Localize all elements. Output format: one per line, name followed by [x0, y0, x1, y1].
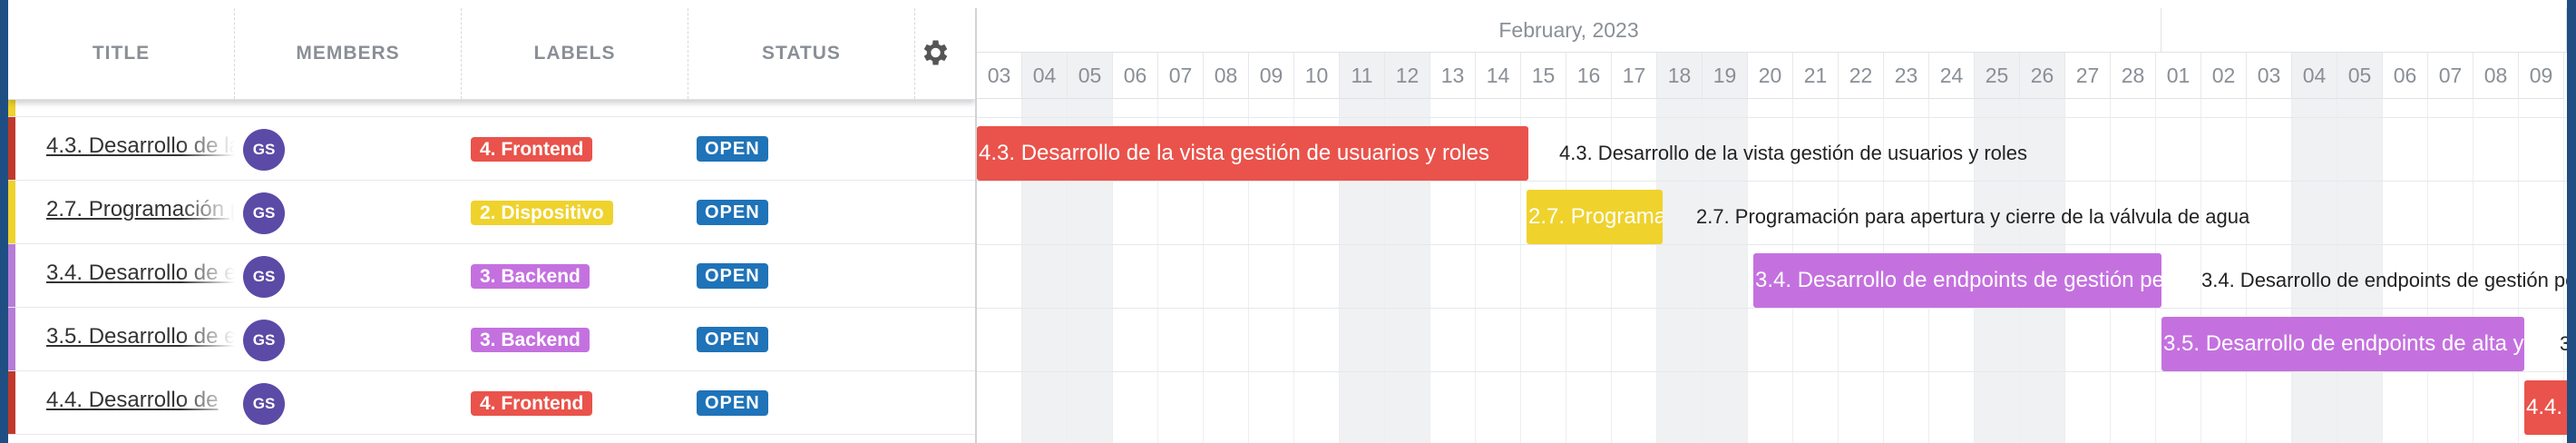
day-header-cell: 03 — [977, 53, 1022, 99]
day-header-cell: 16 — [1566, 53, 1612, 99]
status-badge: OPEN — [697, 200, 768, 225]
task-bar-label: 3 — [2560, 332, 2567, 355]
status-badge: OPEN — [697, 136, 768, 162]
row-color-stripe — [8, 308, 15, 370]
column-title[interactable]: TITLE — [8, 8, 235, 99]
row-color-stripe — [8, 117, 15, 180]
day-header-cell: 05 — [2337, 53, 2383, 99]
task-title-link[interactable]: 3.5. Desarrollo de endpoints de alta y — [46, 324, 235, 355]
row-color-stripe — [8, 244, 15, 307]
day-header-cell: 15 — [1521, 53, 1566, 99]
table-row[interactable]: 4.3. Desarrollo de la vista gestión de u… — [8, 117, 975, 181]
window-edge-right — [2567, 0, 2576, 443]
day-header-cell: 09 — [2519, 53, 2564, 99]
day-header-cell: 25 — [1975, 53, 2020, 99]
task-bar-label: 4.3. Desarrollo de la vista gestión de u… — [1559, 142, 2028, 164]
task-bar[interactable]: 2.7. Programa — [1527, 190, 1663, 244]
gantt-app: TITLE MEMBERS LABELS STATUS 4.3. Desarro… — [8, 8, 2567, 443]
day-header-cell: 28 — [2111, 53, 2156, 99]
day-header-cell: 06 — [2383, 53, 2428, 99]
label-badge: 4. Frontend — [471, 137, 593, 162]
status-badge: OPEN — [697, 327, 768, 352]
task-bar[interactable]: 3.5. Desarrollo de endpoints de alta y — [2161, 317, 2524, 371]
timeline-row-divider — [977, 371, 2567, 372]
day-header-cell: 02 — [2201, 53, 2247, 99]
task-bar-label: 2.7. Programación para apertura y cierre… — [1696, 205, 2250, 228]
grid-header: TITLE MEMBERS LABELS STATUS — [8, 8, 975, 100]
day-header-cell: 27 — [2065, 53, 2111, 99]
column-members[interactable]: MEMBERS — [235, 8, 462, 99]
task-title-link[interactable]: 4.4. Desarrollo de — [46, 388, 235, 418]
label-badge: 2. Dispositivo — [471, 201, 613, 225]
day-header-cell: 04 — [1022, 53, 1068, 99]
member-avatar[interactable]: GS — [243, 383, 285, 425]
label-badge: 3. Backend — [471, 264, 590, 289]
day-header-cell: 05 — [1068, 53, 1113, 99]
task-grid: TITLE MEMBERS LABELS STATUS 4.3. Desarro… — [8, 8, 977, 443]
day-header-cell: 17 — [1612, 53, 1657, 99]
label-badge: 4. Frontend — [471, 391, 593, 416]
gear-icon[interactable] — [918, 36, 951, 69]
timeline-row-divider — [977, 308, 2567, 309]
day-header-cell: 20 — [1748, 53, 1793, 99]
day-header-cell: 07 — [1158, 53, 1204, 99]
task-title-link[interactable]: 3.4. Desarrollo de endpoints de gestión … — [46, 261, 235, 291]
task-bar[interactable]: 4.3. Desarrollo de la vista gestión de u… — [977, 126, 1528, 181]
status-badge: OPEN — [697, 263, 768, 289]
day-header-cell: 13 — [1430, 53, 1476, 99]
row-color-stripe — [8, 371, 15, 434]
member-avatar[interactable]: GS — [243, 320, 285, 361]
timeline-row-divider — [977, 244, 2567, 245]
day-header-cell: 26 — [2020, 53, 2065, 99]
day-header-cell: 22 — [1839, 53, 1884, 99]
status-badge: OPEN — [697, 390, 768, 416]
task-title-link[interactable]: 2.7. Programación para apertura y cierre… — [46, 197, 235, 228]
month-header-next — [2161, 8, 2567, 53]
timeline-row-divider — [977, 181, 2567, 182]
gantt-timeline: February, 2023 03 04 05 06 07 08 09 10 11 12 13 14 1… — [977, 8, 2567, 443]
table-row[interactable]: 3.5. Desarrollo de endpoints de alta y G… — [8, 308, 975, 371]
day-column — [2156, 99, 2201, 443]
day-header-cell: 19 — [1703, 53, 1748, 99]
column-labels[interactable]: LABELS — [462, 8, 688, 99]
day-header-cell: 18 — [1657, 53, 1703, 99]
table-row[interactable]: 3.4. Desarrollo de endpoints de gestión … — [8, 244, 975, 308]
task-bar[interactable]: 3.4. Desarrollo de endpoints de gestión … — [1753, 253, 2161, 308]
task-title-link[interactable]: 4.3. Desarrollo de la vista gestión de u… — [46, 133, 235, 164]
member-avatar[interactable]: GS — [243, 192, 285, 234]
day-header-cell: 23 — [1884, 53, 1929, 99]
day-header-cell: 24 — [1929, 53, 1975, 99]
day-header-cell: 11 — [1340, 53, 1385, 99]
day-header-cell: 08 — [1204, 53, 1249, 99]
member-avatar[interactable]: GS — [243, 256, 285, 298]
task-bar[interactable]: 4.4. D — [2524, 380, 2567, 435]
window-edge-left — [0, 0, 8, 443]
task-bar-label: 3.4. Desarrollo de endpoints de gestión … — [2201, 269, 2567, 291]
member-avatar[interactable]: GS — [243, 129, 285, 171]
day-header-cell: 09 — [1249, 53, 1294, 99]
day-header-cell: 21 — [1793, 53, 1839, 99]
day-header-cell: 03 — [2247, 53, 2292, 99]
day-header-cell: 10 — [1294, 53, 1340, 99]
day-header-cell: 06 — [1113, 53, 1158, 99]
day-header-cell: 04 — [2292, 53, 2337, 99]
timeline-row-divider — [977, 117, 2567, 118]
label-badge: 3. Backend — [471, 328, 590, 352]
month-header: February, 2023 — [977, 8, 2161, 53]
day-header-cell: 08 — [2474, 53, 2519, 99]
table-row[interactable]: 4.4. Desarrollo de GS 4. Frontend OPEN — [8, 371, 975, 435]
day-header-cell: 07 — [2428, 53, 2474, 99]
day-header-cell: 12 — [1385, 53, 1430, 99]
row-color-stripe — [8, 181, 15, 243]
column-status[interactable]: STATUS — [688, 8, 915, 99]
day-header-cell: 14 — [1476, 53, 1521, 99]
table-row[interactable]: 2.7. Programación para apertura y cierre… — [8, 181, 975, 244]
day-header-cell: 01 — [2156, 53, 2201, 99]
